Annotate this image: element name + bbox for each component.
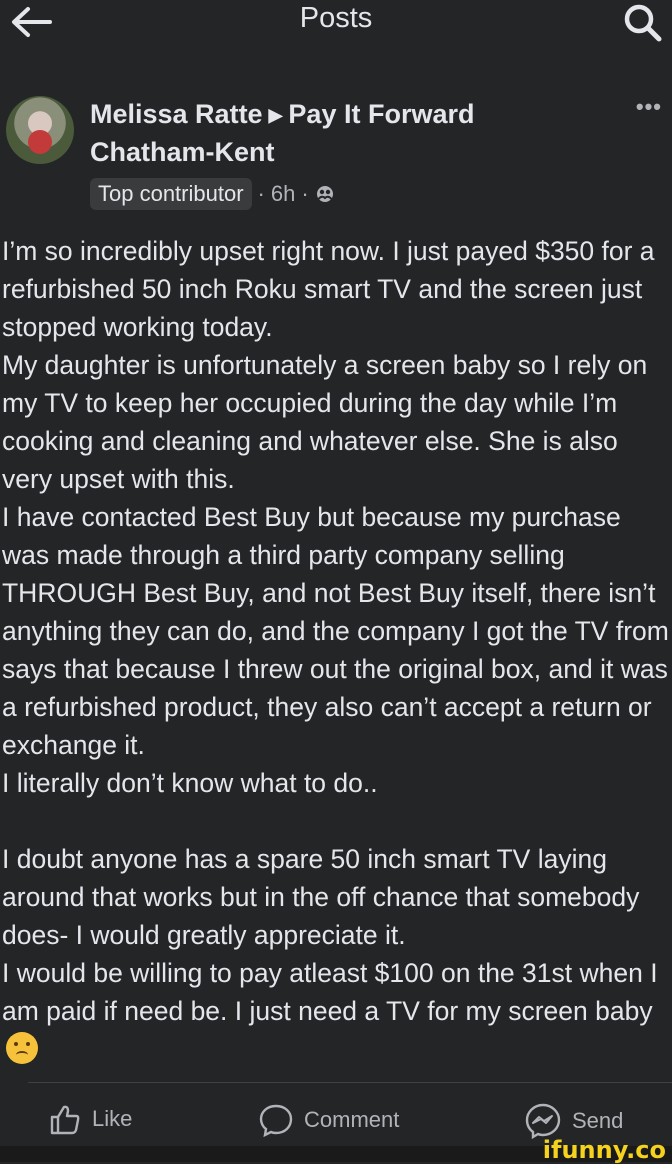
messenger-icon [525, 1103, 561, 1140]
send-button[interactable]: Send [524, 1102, 623, 1140]
search-button[interactable] [620, 0, 664, 44]
separator: · [257, 181, 265, 206]
post-header: Melissa Ratte ▶ Pay It Forward Chatham-Ken… [0, 90, 672, 220]
avatar[interactable] [6, 96, 74, 164]
comment-button[interactable]: Comment [258, 1102, 399, 1138]
more-icon: ••• [635, 94, 662, 119]
tearful-smile-emoji-icon [6, 1032, 38, 1064]
like-label: Like [92, 1106, 133, 1131]
thumbs-up-icon [50, 1105, 80, 1135]
post-text: I’m so incredibly upset right now. I jus… [2, 236, 669, 1026]
comment-label: Comment [304, 1107, 400, 1132]
more-options-button[interactable]: ••• [636, 94, 662, 120]
author-line: Melissa Ratte ▶ Pay It Forward Chatham-Ken… [90, 96, 590, 171]
page-title: Posts [299, 2, 373, 34]
arrow-right-icon: ▶ [268, 105, 283, 125]
top-bar: Posts [0, 0, 672, 50]
author-name[interactable]: Melissa Ratte [90, 99, 263, 129]
post-time[interactable]: 6h [271, 181, 295, 207]
group-privacy-icon [316, 186, 333, 202]
separator: · [301, 181, 309, 206]
search-icon [624, 4, 662, 42]
contributor-badge[interactable]: Top contributor [90, 178, 252, 210]
divider [28, 1082, 672, 1083]
send-label: Send [572, 1108, 624, 1133]
post-meta: Top contributor · 6h · [90, 176, 335, 212]
like-button[interactable]: Like [48, 1102, 132, 1136]
comment-bubble-icon [259, 1104, 293, 1138]
watermark: ifunny.co [542, 1136, 666, 1164]
post-body: I’m so incredibly upset right now. I jus… [2, 232, 670, 1068]
